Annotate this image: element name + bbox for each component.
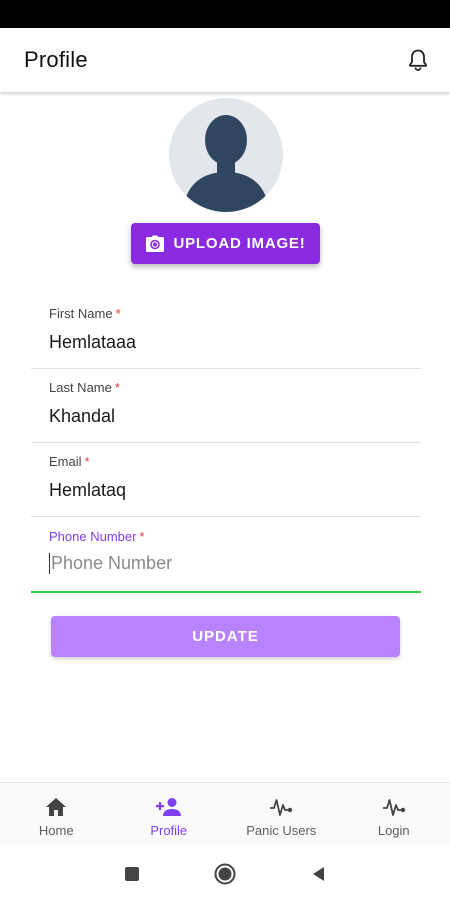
last-name-value[interactable]: Khandal — [49, 406, 421, 427]
nav-label-panic-users: Panic Users — [246, 823, 317, 838]
phone-number-field[interactable]: Phone Number * — [31, 518, 421, 593]
nav-label-profile: Profile — [150, 823, 188, 838]
upload-image-button[interactable]: UPLOAD IMAGE! — [131, 223, 320, 264]
phone-number-label: Phone Number — [49, 529, 137, 544]
nav-label-home: Home — [38, 823, 74, 838]
email-label: Email — [49, 454, 82, 469]
pulse-icon — [269, 796, 293, 818]
nav-item-panic-users[interactable]: Panic Users — [225, 783, 338, 847]
add-user-icon — [155, 796, 182, 818]
upload-image-label: UPLOAD IMAGE! — [173, 235, 306, 252]
first-name-label: First Name — [49, 306, 113, 321]
first-name-field[interactable]: First Name * Hemlataaa — [31, 295, 421, 369]
first-name-value[interactable]: Hemlataaa — [49, 332, 421, 353]
email-value[interactable]: Hemlataq — [49, 480, 421, 501]
update-button[interactable]: UPDATE — [51, 616, 400, 657]
last-name-field[interactable]: Last Name * Khandal — [31, 369, 421, 443]
app-bar: Profile — [0, 28, 450, 92]
nav-label-login: Login — [377, 823, 410, 838]
email-field[interactable]: Email * Hemlataq — [31, 443, 421, 517]
required-mark: * — [114, 380, 120, 395]
bell-icon[interactable] — [406, 48, 430, 72]
phone-number-input[interactable] — [49, 553, 409, 574]
home-circle-icon[interactable] — [214, 863, 236, 885]
profile-avatar[interactable] — [169, 98, 283, 212]
back-icon[interactable] — [307, 863, 329, 885]
required-mark: * — [139, 529, 145, 544]
required-mark: * — [84, 454, 90, 469]
page-title: Profile — [24, 47, 88, 72]
status-bar — [0, 0, 450, 28]
recents-icon[interactable] — [121, 863, 143, 885]
system-navigation-bar — [0, 847, 450, 900]
pulse-icon — [382, 796, 406, 818]
bottom-navigation: Home Profile Panic Users Login — [0, 782, 450, 847]
nav-item-login[interactable]: Login — [338, 783, 450, 847]
camera-icon — [145, 234, 165, 254]
last-name-label: Last Name — [49, 380, 112, 395]
avatar-placeholder-icon — [183, 115, 269, 212]
home-icon — [45, 796, 67, 818]
required-mark: * — [115, 306, 121, 321]
nav-item-profile[interactable]: Profile — [113, 783, 226, 847]
nav-item-home[interactable]: Home — [0, 783, 113, 847]
update-button-label: UPDATE — [192, 628, 259, 645]
